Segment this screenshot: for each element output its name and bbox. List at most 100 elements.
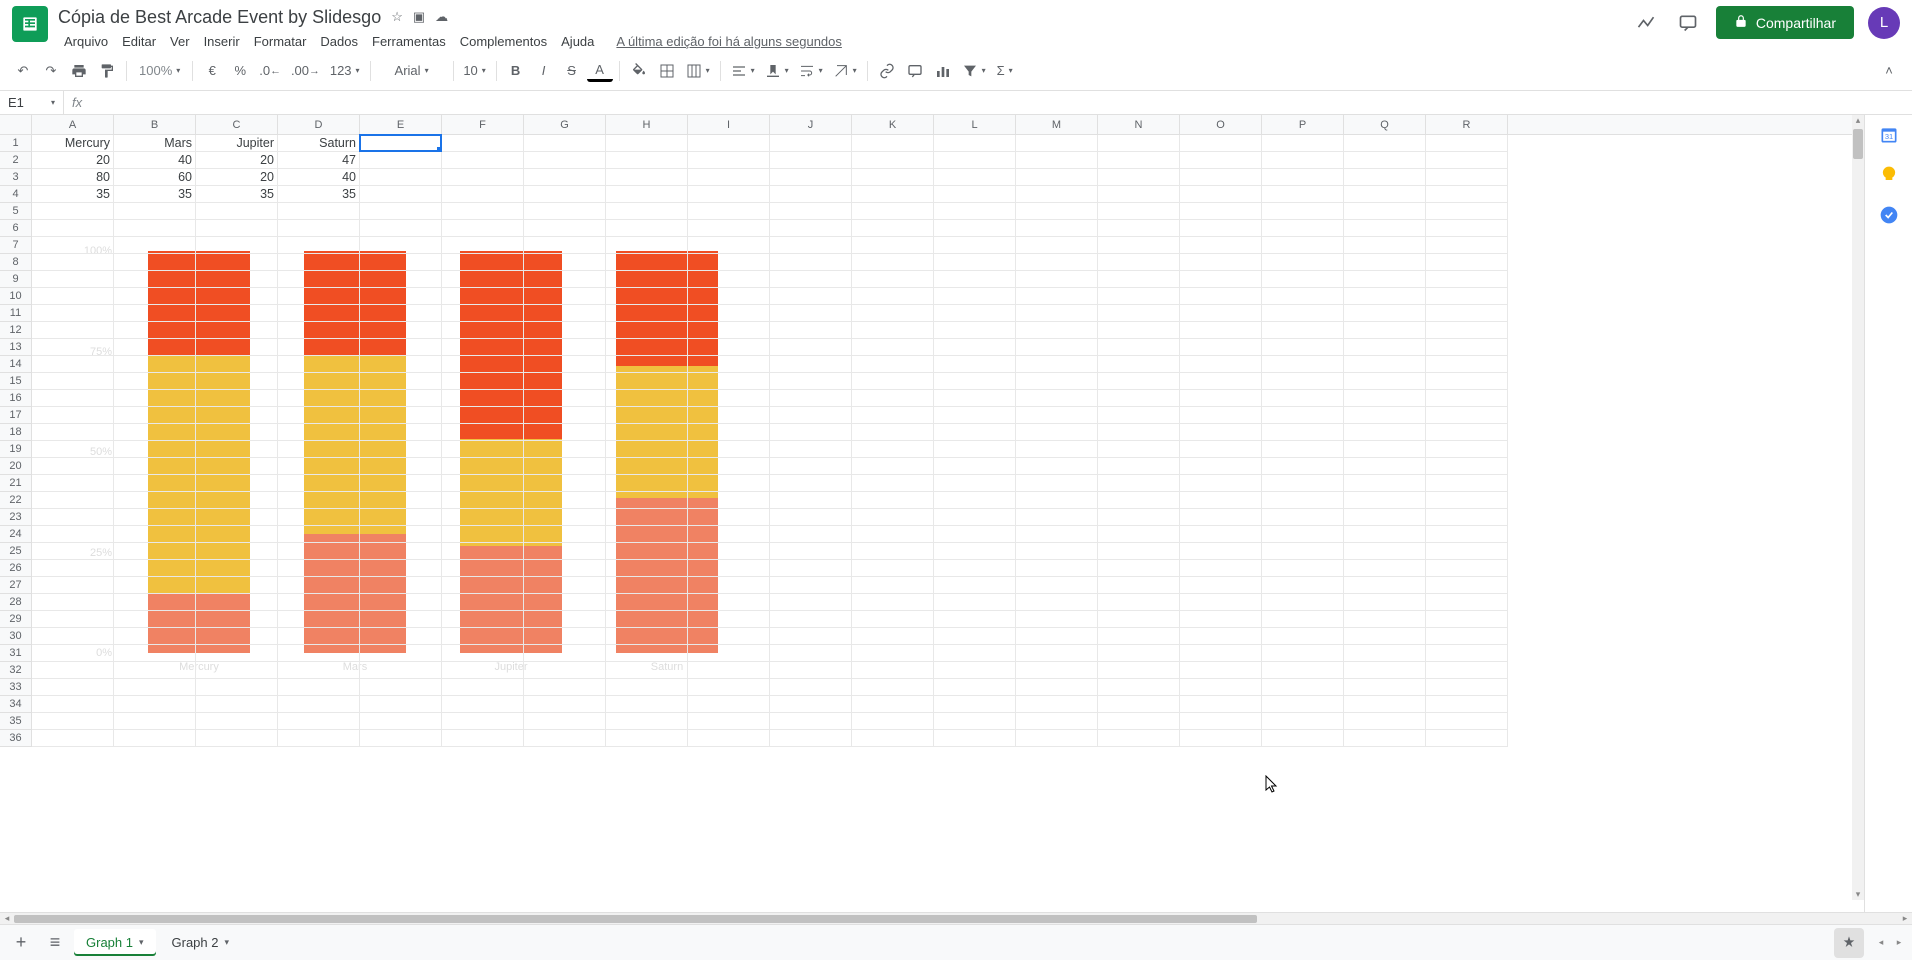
cell[interactable] bbox=[688, 356, 770, 373]
cell[interactable] bbox=[1016, 594, 1098, 611]
cell[interactable] bbox=[1344, 492, 1426, 509]
cell[interactable] bbox=[196, 390, 278, 407]
cell[interactable] bbox=[852, 203, 934, 220]
cell[interactable] bbox=[278, 407, 360, 424]
col-header-E[interactable]: E bbox=[360, 115, 442, 134]
cell-editor[interactable] bbox=[364, 137, 437, 151]
cell[interactable] bbox=[524, 288, 606, 305]
cell[interactable] bbox=[852, 322, 934, 339]
cell[interactable] bbox=[196, 373, 278, 390]
cell[interactable] bbox=[1016, 135, 1098, 152]
cell[interactable] bbox=[852, 135, 934, 152]
row-header-4[interactable]: 4 bbox=[0, 186, 31, 203]
cell[interactable] bbox=[770, 373, 852, 390]
cell[interactable] bbox=[1180, 696, 1262, 713]
cell[interactable] bbox=[606, 288, 688, 305]
cell[interactable] bbox=[934, 254, 1016, 271]
cell[interactable] bbox=[770, 645, 852, 662]
row-header-24[interactable]: 24 bbox=[0, 526, 31, 543]
cell[interactable] bbox=[1262, 560, 1344, 577]
cell[interactable] bbox=[934, 526, 1016, 543]
cell[interactable] bbox=[442, 509, 524, 526]
col-header-I[interactable]: I bbox=[688, 115, 770, 134]
cell[interactable] bbox=[770, 322, 852, 339]
cell[interactable] bbox=[1426, 373, 1508, 390]
cell[interactable] bbox=[114, 713, 196, 730]
cell[interactable] bbox=[1262, 492, 1344, 509]
cell[interactable] bbox=[934, 373, 1016, 390]
cell[interactable] bbox=[524, 186, 606, 203]
menu-arquivo[interactable]: Arquivo bbox=[58, 32, 114, 51]
cell[interactable] bbox=[1016, 305, 1098, 322]
keep-addon-icon[interactable] bbox=[1879, 165, 1899, 185]
cell[interactable] bbox=[360, 373, 442, 390]
col-header-Q[interactable]: Q bbox=[1344, 115, 1426, 134]
bold-button[interactable]: B bbox=[503, 58, 529, 84]
cell[interactable] bbox=[278, 713, 360, 730]
cell[interactable]: 20 bbox=[32, 152, 114, 169]
cell[interactable] bbox=[852, 679, 934, 696]
cell[interactable] bbox=[442, 305, 524, 322]
cell[interactable] bbox=[606, 458, 688, 475]
cell[interactable] bbox=[278, 645, 360, 662]
cell[interactable] bbox=[852, 305, 934, 322]
cell[interactable] bbox=[1016, 509, 1098, 526]
cell[interactable] bbox=[1262, 611, 1344, 628]
cell[interactable] bbox=[1016, 254, 1098, 271]
cell[interactable]: 40 bbox=[278, 169, 360, 186]
cell[interactable] bbox=[770, 424, 852, 441]
cell[interactable] bbox=[1016, 373, 1098, 390]
borders-button[interactable] bbox=[654, 58, 680, 84]
cell[interactable] bbox=[278, 628, 360, 645]
cell[interactable] bbox=[196, 254, 278, 271]
cell[interactable] bbox=[934, 322, 1016, 339]
cell[interactable] bbox=[1262, 628, 1344, 645]
cell[interactable] bbox=[114, 475, 196, 492]
cell[interactable] bbox=[442, 441, 524, 458]
cell[interactable] bbox=[688, 322, 770, 339]
cell[interactable] bbox=[1180, 594, 1262, 611]
cell[interactable] bbox=[1098, 339, 1180, 356]
fill-color-button[interactable] bbox=[626, 58, 652, 84]
cell[interactable] bbox=[32, 373, 114, 390]
cell[interactable] bbox=[852, 713, 934, 730]
cell[interactable] bbox=[360, 509, 442, 526]
cell[interactable] bbox=[524, 424, 606, 441]
cell[interactable] bbox=[1180, 407, 1262, 424]
cell[interactable] bbox=[688, 492, 770, 509]
cell[interactable] bbox=[32, 645, 114, 662]
col-header-M[interactable]: M bbox=[1016, 115, 1098, 134]
italic-button[interactable]: I bbox=[531, 58, 557, 84]
cell[interactable] bbox=[196, 560, 278, 577]
cell[interactable] bbox=[32, 356, 114, 373]
cell[interactable] bbox=[1262, 322, 1344, 339]
cell[interactable] bbox=[360, 696, 442, 713]
cell[interactable] bbox=[1180, 135, 1262, 152]
cell[interactable] bbox=[524, 322, 606, 339]
cell[interactable] bbox=[934, 186, 1016, 203]
comments-icon[interactable] bbox=[1674, 9, 1702, 37]
cell[interactable] bbox=[1098, 526, 1180, 543]
cell[interactable] bbox=[934, 271, 1016, 288]
cell[interactable] bbox=[32, 424, 114, 441]
cell[interactable] bbox=[196, 271, 278, 288]
cell[interactable] bbox=[1098, 696, 1180, 713]
col-header-D[interactable]: D bbox=[278, 115, 360, 134]
cell[interactable] bbox=[606, 594, 688, 611]
cell[interactable] bbox=[1180, 441, 1262, 458]
cell[interactable] bbox=[934, 628, 1016, 645]
cell[interactable] bbox=[196, 526, 278, 543]
cell[interactable] bbox=[1262, 186, 1344, 203]
cell[interactable] bbox=[1180, 475, 1262, 492]
cell[interactable] bbox=[278, 441, 360, 458]
cell[interactable] bbox=[688, 458, 770, 475]
rotate-button[interactable] bbox=[829, 58, 861, 84]
menu-ver[interactable]: Ver bbox=[164, 32, 196, 51]
cell[interactable] bbox=[852, 407, 934, 424]
cell[interactable] bbox=[360, 560, 442, 577]
cell[interactable] bbox=[1426, 135, 1508, 152]
cell[interactable] bbox=[606, 509, 688, 526]
formula-input[interactable] bbox=[90, 95, 1912, 110]
row-header-30[interactable]: 30 bbox=[0, 628, 31, 645]
cell[interactable] bbox=[1262, 254, 1344, 271]
